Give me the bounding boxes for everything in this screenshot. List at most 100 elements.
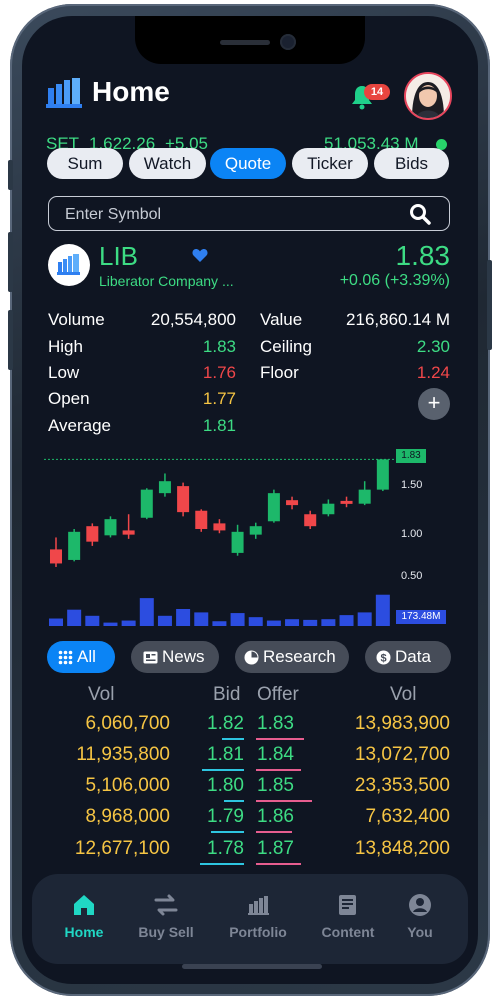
offer-price[interactable]: 1.84 — [257, 744, 294, 766]
app-logo-icon — [46, 78, 82, 108]
bid-depth-bar — [224, 800, 244, 802]
content-tab-all[interactable]: All — [47, 641, 115, 673]
volume-bar — [248, 617, 263, 626]
tab-bids[interactable]: Bids — [374, 148, 449, 179]
tab-sum[interactable]: Sum — [47, 148, 123, 179]
bid-price[interactable]: 1.82 — [207, 713, 244, 735]
volume-bar — [285, 619, 300, 626]
nav-portfolio[interactable]: Portfolio — [218, 892, 298, 940]
tab-ticker[interactable]: Ticker — [292, 148, 368, 179]
volume-bar — [121, 620, 136, 626]
offer-depth-bar — [256, 769, 301, 771]
bid-volume: 12,677,100 — [74, 838, 170, 859]
speaker — [220, 40, 270, 45]
volume-bar — [230, 613, 245, 626]
volume-bar — [157, 615, 172, 626]
search-input[interactable] — [63, 197, 397, 232]
offer-depth-bar — [256, 863, 301, 865]
mute-switch — [8, 160, 13, 190]
page-title: Home — [92, 76, 170, 107]
candle-body — [195, 510, 208, 530]
stock-logo — [48, 244, 90, 286]
nav-content[interactable]: Content — [308, 892, 388, 940]
avatar[interactable] — [404, 72, 452, 120]
nav-label: Content — [321, 924, 375, 940]
content-tab-news[interactable]: News — [131, 641, 219, 673]
stat-label: Ceiling — [260, 337, 312, 356]
volume-tag: 173.48M — [396, 610, 446, 624]
stat-value: 1.81 — [202, 416, 236, 435]
volume-bar — [85, 615, 100, 626]
nav-you[interactable]: You — [380, 892, 460, 940]
stock-change: +0.06 (+3.39%) — [339, 272, 450, 289]
home-indicator — [182, 964, 322, 969]
nav-home[interactable]: Home — [44, 892, 124, 940]
content-tab-label: All — [77, 647, 96, 666]
volume-bar — [303, 619, 318, 626]
notification-badge: 14 — [364, 84, 390, 100]
volume-bar — [212, 621, 227, 626]
search-icon[interactable] — [409, 203, 431, 225]
bid-depth-bar — [200, 863, 244, 865]
content-tab-data[interactable]: $ Data — [365, 641, 451, 673]
candle-body — [267, 493, 280, 522]
candle-body — [358, 489, 371, 504]
volume-bar — [266, 620, 281, 626]
candle-body — [322, 503, 335, 515]
offer-volume-header: Vol — [390, 684, 417, 705]
bid-price[interactable]: 1.78 — [207, 838, 244, 860]
offer-volume: 13,983,900 — [354, 713, 450, 734]
stat-value: 1.24 — [416, 363, 450, 382]
nav-buy-sell[interactable]: Buy Sell — [126, 892, 206, 940]
stat-value: 1.77 — [202, 389, 236, 408]
avatar-image — [406, 74, 450, 118]
stat-label: High — [48, 337, 83, 356]
offer-price[interactable]: 1.86 — [257, 806, 294, 828]
candle-body — [304, 514, 317, 527]
stat-value: 1.76 — [202, 363, 236, 382]
home-icon — [74, 895, 94, 915]
price-chart — [44, 458, 394, 626]
candle-body — [249, 526, 262, 535]
candle-body — [140, 489, 153, 518]
bid-price[interactable]: 1.81 — [207, 744, 244, 766]
y-tick-label: 1.50 — [401, 479, 423, 491]
bid-depth-bar — [202, 769, 244, 771]
candle-body — [340, 500, 353, 504]
offer-price[interactable]: 1.85 — [257, 775, 294, 797]
stock-price: 1.83 — [395, 240, 451, 271]
candle-body — [104, 519, 117, 536]
bid-price[interactable]: 1.79 — [207, 806, 244, 828]
power-button — [487, 260, 492, 350]
volume-bar — [103, 622, 118, 626]
stat-label: Average — [48, 416, 112, 435]
volume-bar — [67, 609, 82, 626]
volume-down-button — [8, 310, 13, 370]
candle-body — [177, 486, 190, 513]
volume-bar — [176, 609, 191, 626]
offer-price[interactable]: 1.87 — [257, 838, 294, 860]
content-tab-research[interactable]: Research — [235, 641, 349, 673]
bid-volume: 6,060,700 — [85, 713, 170, 734]
bid-depth-bar — [222, 738, 244, 740]
offer-price[interactable]: 1.83 — [257, 713, 294, 735]
tab-watch[interactable]: Watch — [129, 148, 206, 179]
notch — [135, 16, 365, 64]
favorite-heart-icon[interactable] — [192, 248, 208, 262]
swap-icon — [154, 894, 178, 916]
candle-body — [68, 531, 81, 560]
nav-label: Buy Sell — [138, 924, 194, 940]
candle-body — [286, 500, 299, 506]
candle-body — [376, 459, 389, 490]
volume-bar — [194, 612, 209, 626]
bid-price[interactable]: 1.80 — [207, 775, 244, 797]
nav-label: You — [407, 924, 433, 940]
add-button[interactable]: + — [418, 388, 450, 420]
stat-value: 216,860.14 M — [346, 310, 450, 329]
tab-quote[interactable]: Quote — [210, 148, 286, 179]
bid-header: Bid — [213, 684, 241, 705]
volume-bar — [321, 619, 336, 626]
stock-symbol: LIB — [99, 241, 139, 271]
nav-label: Home — [64, 924, 104, 940]
search-box[interactable] — [48, 196, 450, 232]
